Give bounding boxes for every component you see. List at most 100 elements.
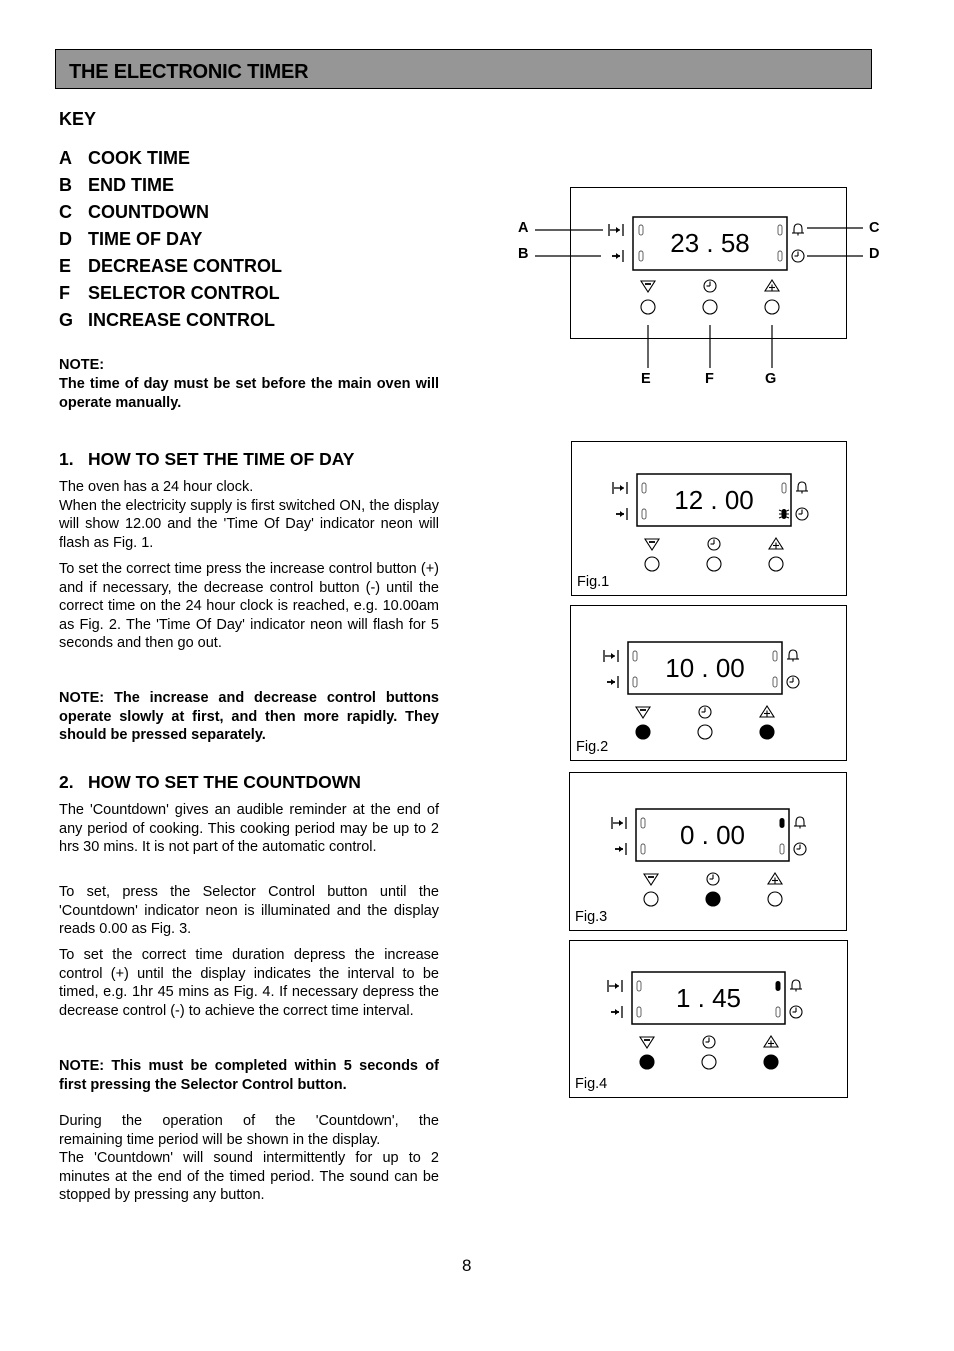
- time-of-day-neon: [778, 508, 790, 520]
- end-time-neon: [640, 843, 646, 855]
- key-item: B END TIME: [59, 175, 282, 202]
- minus-triangle-icon: [644, 538, 660, 551]
- note-time-of-day: NOTE: The time of day must be set before…: [59, 356, 439, 413]
- minus-triangle-icon: [639, 1036, 655, 1049]
- paragraph-line: The oven has a 24 hour clock.: [59, 479, 254, 495]
- section-1-paragraph-2: To set the correct time press the increa…: [59, 561, 439, 651]
- time-of-day-neon: [775, 1006, 781, 1018]
- callout-c: C: [869, 220, 880, 236]
- callout-d: D: [869, 246, 880, 262]
- callout-f: F: [705, 371, 714, 387]
- key-item: G INCREASE CONTROL: [59, 310, 282, 337]
- clock-icon: [706, 872, 720, 886]
- display-readout: 10 . 00: [665, 653, 745, 683]
- bell-icon: [795, 481, 809, 495]
- key-heading: KEY: [59, 109, 97, 129]
- key-item: E DECREASE CONTROL: [59, 256, 282, 283]
- plus-triangle-icon: [768, 537, 784, 550]
- key-letter: C: [59, 202, 72, 222]
- figure-label: Fig.2: [576, 739, 609, 755]
- callout-b: B: [518, 246, 529, 262]
- section-title: HOW TO SET THE COUNTDOWN: [88, 772, 361, 792]
- end-time-neon: [641, 508, 647, 520]
- paragraph-text: When the electricity supply is first swi…: [59, 497, 439, 551]
- selector-button[interactable]: [701, 1054, 717, 1070]
- decrease-button[interactable]: [639, 1054, 655, 1070]
- key-letter: A: [59, 148, 72, 168]
- increase-button[interactable]: [764, 299, 780, 315]
- key-diagram-svg: 23 . 58: [535, 216, 863, 368]
- section-1-heading: 1. HOW TO SET THE TIME OF DAY: [59, 449, 354, 470]
- cook-time-icon: [611, 816, 627, 830]
- display-readout: 23 . 58: [670, 228, 750, 258]
- selector-button[interactable]: [705, 891, 721, 907]
- increase-button[interactable]: [759, 724, 775, 740]
- clock-icon: [702, 1035, 716, 1049]
- increase-button[interactable]: [768, 556, 784, 572]
- clock-icon: [791, 249, 805, 263]
- minus-triangle-icon: [635, 706, 651, 719]
- clock-icon: [703, 279, 717, 293]
- selector-button[interactable]: [702, 299, 718, 315]
- time-of-day-neon: [779, 843, 785, 855]
- decrease-button[interactable]: [640, 299, 656, 315]
- key-label: TIME OF DAY: [88, 229, 203, 249]
- callout-g: G: [765, 371, 777, 387]
- cook-time-neon: [638, 224, 644, 236]
- clock-icon: [707, 537, 721, 551]
- section-2-note: NOTE: This must be completed within 5 se…: [59, 1058, 439, 1093]
- figure-svg: 0 . 00: [611, 808, 807, 907]
- paragraph-line: remaining time period will be shown in t…: [59, 1131, 381, 1148]
- section-2-heading: 2. HOW TO SET THE COUNTDOWN: [59, 772, 361, 793]
- plus-triangle-icon: [759, 705, 775, 718]
- increase-button[interactable]: [767, 891, 783, 907]
- key-label: INCREASE CONTROL: [88, 310, 276, 330]
- key-item: A COOK TIME: [59, 148, 282, 175]
- countdown-neon: [777, 224, 783, 236]
- end-time-icon: [614, 842, 627, 856]
- clock-icon: [698, 705, 712, 719]
- end-time-neon: [636, 1006, 642, 1018]
- key-diagram-panel: 23 . 58: [535, 187, 863, 368]
- end-time-neon: [638, 250, 644, 262]
- note-title: NOTE:: [59, 357, 105, 373]
- increase-button[interactable]: [763, 1054, 779, 1070]
- end-time-icon: [611, 249, 624, 263]
- end-time-icon: [606, 675, 619, 689]
- figure-svg: 10 . 00: [603, 641, 800, 740]
- cook-time-neon: [641, 482, 647, 494]
- figure-svg: 1 . 45: [607, 971, 803, 1070]
- figure-panel: 0 . 00 Fig.3: [569, 772, 847, 931]
- selector-button[interactable]: [706, 556, 722, 572]
- plus-triangle-icon: [767, 872, 783, 885]
- plus-triangle-icon: [763, 1035, 779, 1048]
- key-letter: B: [59, 175, 72, 195]
- clock-icon: [793, 842, 807, 856]
- figure-label: Fig.1: [577, 574, 610, 590]
- countdown-neon: [779, 818, 785, 828]
- decrease-button[interactable]: [635, 724, 651, 740]
- plus-triangle-icon: [764, 279, 780, 292]
- bell-icon: [789, 979, 803, 993]
- end-time-icon: [610, 1005, 623, 1019]
- cook-time-neon: [636, 980, 642, 992]
- page-number: 8: [462, 1256, 472, 1275]
- key-label: COOK TIME: [88, 148, 190, 168]
- section-number: 2.: [59, 772, 74, 792]
- decrease-button[interactable]: [644, 556, 660, 572]
- time-of-day-neon: [772, 676, 778, 688]
- display-readout: 12 . 00: [674, 485, 754, 515]
- figure-label: Fig.3: [575, 909, 608, 925]
- selector-button[interactable]: [697, 724, 713, 740]
- clock-icon: [795, 507, 809, 521]
- end-time-neon: [632, 676, 638, 688]
- key-letter: G: [59, 310, 74, 330]
- section-2-paragraph-1: The 'Countdown' gives an audible reminde…: [59, 802, 439, 855]
- key-label: END TIME: [88, 175, 175, 195]
- callout-a: A: [518, 220, 529, 236]
- cook-time-icon: [612, 481, 628, 495]
- decrease-button[interactable]: [643, 891, 659, 907]
- key-label: COUNTDOWN: [88, 202, 209, 222]
- bell-icon: [786, 649, 800, 663]
- key-label: DECREASE CONTROL: [88, 256, 283, 276]
